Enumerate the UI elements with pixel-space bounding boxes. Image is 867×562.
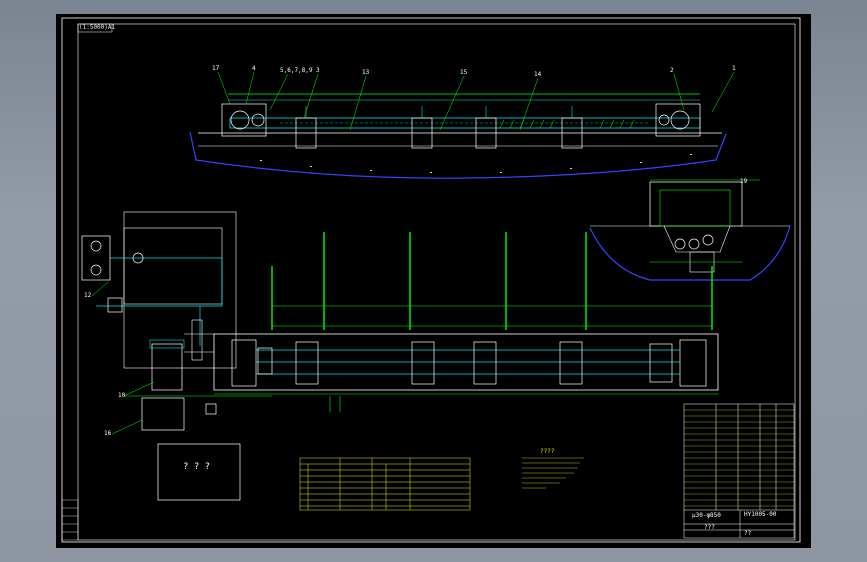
callout-14: 14 bbox=[534, 71, 542, 78]
callout-4: 4 bbox=[252, 65, 256, 72]
sheet-label: (1:5000)A1 bbox=[79, 24, 116, 31]
callout-15: 15 bbox=[460, 69, 468, 76]
title-name: μ30-φ850 bbox=[692, 512, 721, 519]
callout-17: 17 bbox=[212, 65, 220, 72]
cad-drawing bbox=[56, 14, 811, 548]
title-code: HY1005-00 bbox=[744, 511, 777, 518]
callout-5-9: 5,6,7,8,9 bbox=[280, 67, 313, 74]
callout-10: 10 bbox=[118, 392, 126, 399]
callout-19: 19 bbox=[740, 178, 748, 185]
callout-16: 16 bbox=[104, 430, 112, 437]
title-placeholder: ??? bbox=[704, 524, 715, 531]
callout-13: 13 bbox=[362, 69, 370, 76]
callout-2: 2 bbox=[670, 67, 674, 74]
notes-title: ???? bbox=[540, 448, 555, 455]
callout-1: 1 bbox=[732, 65, 736, 72]
bottom-code: ?? bbox=[744, 530, 752, 537]
callout-12: 12 bbox=[84, 292, 92, 299]
placeholder-text: ? ? ? bbox=[183, 462, 211, 472]
callout-3: 3 bbox=[316, 67, 320, 74]
